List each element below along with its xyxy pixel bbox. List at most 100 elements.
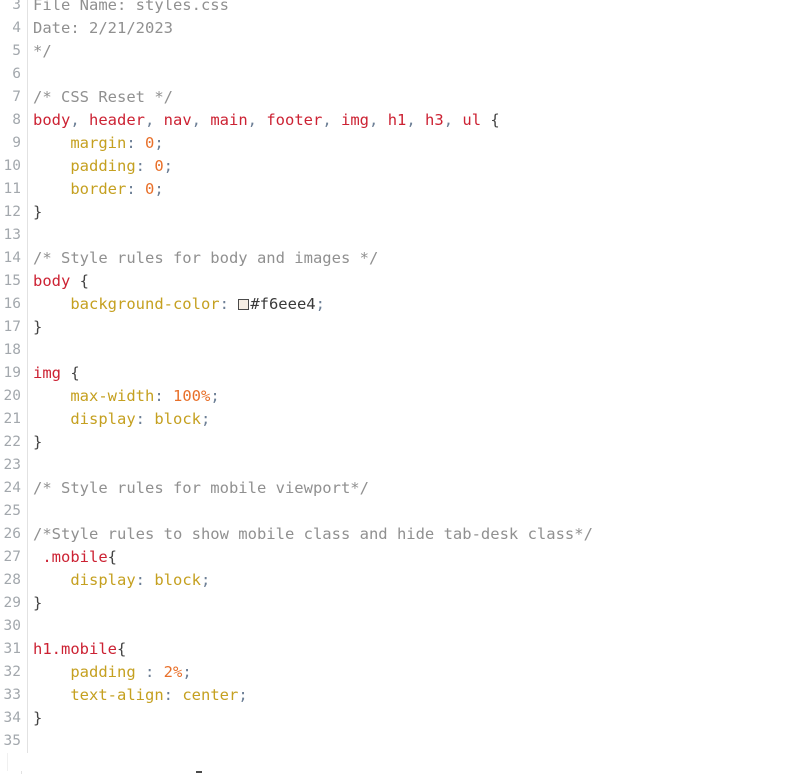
code-text[interactable]: /* Style rules for mobile viewport*/ <box>33 477 369 500</box>
code-text[interactable]: .mobile{ <box>33 546 117 569</box>
line-number: 19 <box>0 362 28 385</box>
token-punc: : <box>126 134 145 152</box>
line-number: 5 <box>0 40 28 63</box>
code-line[interactable]: 13 <box>0 224 789 247</box>
token-comment: /*Style rules to show mobile class and h… <box>33 525 593 543</box>
code-text[interactable]: } <box>33 431 42 454</box>
code-line[interactable]: 34} <box>0 707 789 730</box>
code-line[interactable]: 9 margin: 0; <box>0 132 789 155</box>
token-selector: img <box>33 364 61 382</box>
token-prop: padding <box>70 157 136 175</box>
code-text[interactable]: text-align: center; <box>33 684 247 707</box>
code-text[interactable]: max-width: 100%; <box>33 385 219 408</box>
token-prop: text-align <box>70 686 164 704</box>
token-selector: img <box>341 111 370 129</box>
code-line[interactable]: 20 max-width: 100%; <box>0 385 789 408</box>
code-line[interactable]: 14 /* Style rules for body and images */ <box>0 247 789 270</box>
code-text[interactable]: File Name: styles.css <box>33 0 229 17</box>
code-line[interactable]: 24 /* Style rules for mobile viewport*/ <box>0 477 789 500</box>
code-line[interactable]: 10 padding: 0; <box>0 155 789 178</box>
code-lines-container[interactable]: 3 File Name: styles.css 4 Date: 2/21/2023 5 *… <box>0 0 789 753</box>
code-text[interactable]: display: block; <box>33 408 210 431</box>
code-text[interactable]: border: 0; <box>33 178 163 201</box>
code-text[interactable]: /*Style rules to show mobile class and h… <box>33 523 593 546</box>
token-prop: padding <box>70 663 145 681</box>
token-punc: : <box>135 157 155 175</box>
code-editor[interactable]: 3 File Name: styles.css 4 Date: 2/21/2023 5 *… <box>0 0 789 774</box>
token-punc: : <box>219 295 239 313</box>
code-line[interactable]: 25 <box>0 500 789 523</box>
token-comment: /* Style rules for body and images */ <box>33 249 379 267</box>
code-line[interactable]: 12} <box>0 201 789 224</box>
code-line[interactable]: 27 .mobile{ <box>0 546 789 569</box>
line-number: 12 <box>0 201 28 224</box>
code-text[interactable]: } <box>33 201 42 224</box>
code-line[interactable]: 33 text-align: center; <box>0 684 789 707</box>
code-line[interactable]: 18 <box>0 339 789 362</box>
token-num: 0 <box>145 134 155 152</box>
line-number: 15 <box>0 270 28 293</box>
token-selector: body <box>33 272 71 290</box>
token-prop: display <box>70 410 136 428</box>
code-text[interactable]: padding: 0; <box>33 155 173 178</box>
token-hex: #f6eee4 <box>250 295 316 313</box>
line-number: 28 <box>0 569 28 592</box>
code-line[interactable]: 5 */ <box>0 40 789 63</box>
code-line[interactable]: 23 <box>0 454 789 477</box>
code-line[interactable]: 32 padding : 2%; <box>0 661 789 684</box>
code-text[interactable]: Date: 2/21/2023 <box>33 17 173 40</box>
code-line[interactable]: 30 <box>0 615 789 638</box>
token-keyword: block <box>154 571 201 589</box>
color-swatch[interactable] <box>238 299 250 310</box>
line-number: 27 <box>0 546 28 569</box>
token-num: 0 <box>154 157 164 175</box>
code-line[interactable]: 22} <box>0 431 789 454</box>
code-text[interactable]: padding : 2%; <box>33 661 191 684</box>
code-line[interactable]: 7 /* CSS Reset */ <box>0 86 789 109</box>
code-text[interactable]: h1.mobile{ <box>33 638 126 661</box>
token-comment: /* Style rules for mobile viewport*/ <box>33 479 369 497</box>
token-brace: { <box>107 548 118 566</box>
code-line[interactable]: 29} <box>0 592 789 615</box>
line-number: 32 <box>0 661 28 684</box>
code-line[interactable]: 8 body, header, nav, main, footer, img, h… <box>0 109 789 132</box>
code-line[interactable]: 11 border: 0; <box>0 178 789 201</box>
code-line[interactable]: 6 <box>0 63 789 86</box>
line-number: 11 <box>0 178 28 201</box>
token-comment: */ <box>33 42 52 60</box>
code-text[interactable]: img { <box>33 362 80 385</box>
code-line[interactable]: 21 display: block; <box>0 408 789 431</box>
code-line[interactable]: 31 h1.mobile{ <box>0 638 789 661</box>
code-text[interactable]: } <box>33 592 42 615</box>
line-number: 30 <box>0 615 28 638</box>
code-text[interactable]: display: block; <box>33 569 210 592</box>
code-line[interactable]: 3 File Name: styles.css <box>0 0 789 17</box>
line-number: 22 <box>0 431 28 454</box>
token-prop: max-width <box>70 387 155 405</box>
code-text[interactable]: margin: 0; <box>33 132 163 155</box>
code-text[interactable]: body, header, nav, main, footer, img, h1… <box>33 109 500 132</box>
line-number: 9 <box>0 132 28 155</box>
clipped-glyph <box>196 771 202 773</box>
code-line[interactable]: 26 /*Style rules to show mobile class and… <box>0 523 789 546</box>
line-number: 10 <box>0 155 28 178</box>
code-text[interactable]: */ <box>33 40 52 63</box>
code-text[interactable]: /* Style rules for body and images */ <box>33 247 378 270</box>
code-text[interactable]: background-color: #f6eee4; <box>33 293 325 316</box>
code-line[interactable]: 19 img { <box>0 362 789 385</box>
code-line[interactable]: 17} <box>0 316 789 339</box>
code-line[interactable]: 35 <box>0 730 789 753</box>
code-text[interactable]: /* CSS Reset */ <box>33 86 173 109</box>
code-line[interactable]: 28 display: block; <box>0 569 789 592</box>
token-punc: , <box>247 111 267 129</box>
code-line[interactable]: 15 body { <box>0 270 789 293</box>
code-line[interactable]: 16 background-color: #f6eee4; <box>0 293 789 316</box>
code-text[interactable]: } <box>33 707 42 730</box>
code-text[interactable]: body { <box>33 270 89 293</box>
token-punc: ; <box>315 295 325 313</box>
code-line[interactable]: 4 Date: 2/21/2023 <box>0 17 789 40</box>
code-text[interactable]: } <box>33 316 42 339</box>
